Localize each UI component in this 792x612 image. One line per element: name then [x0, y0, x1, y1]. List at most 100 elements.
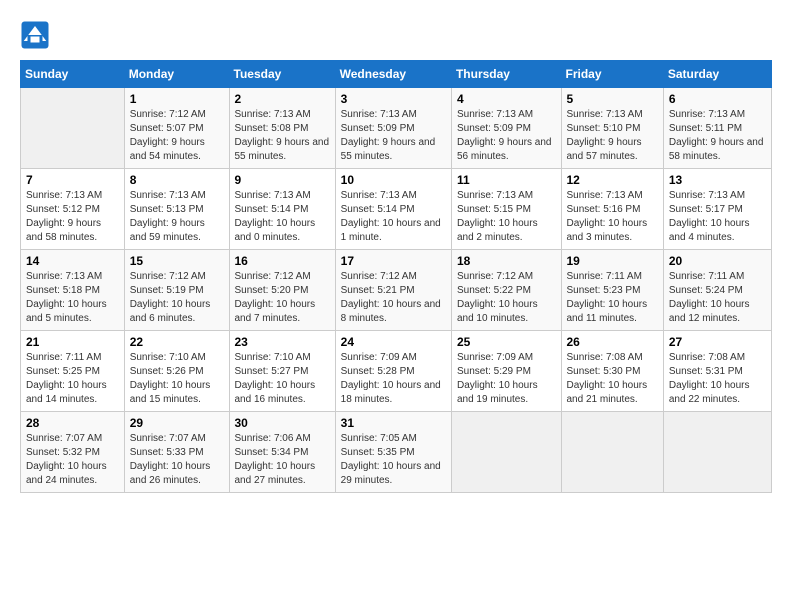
day-cell: 27Sunrise: 7:08 AMSunset: 5:31 PMDayligh… [663, 331, 771, 412]
day-number: 12 [567, 173, 658, 187]
day-number: 17 [341, 254, 446, 268]
day-info: Sunrise: 7:06 AMSunset: 5:34 PMDaylight:… [235, 432, 330, 488]
day-cell: 6 Sunrise: 7:13 AMSunset: 5:11 PMDaylight… [663, 88, 771, 169]
day-info: Sunrise: 7:11 AMSunset: 5:23 PMDaylight:… [567, 270, 658, 326]
day-cell [21, 88, 125, 169]
week-row-3: 21 Sunrise: 7:11 AMSunset: 5:25 PMDayligh… [21, 331, 772, 412]
day-info: Sunrise: 7:10 AMSunset: 5:26 PMDaylight:… [130, 351, 224, 407]
day-cell: 9Sunrise: 7:13 AMSunset: 5:14 PMDaylight… [229, 169, 335, 250]
day-number: 1 [130, 92, 224, 106]
day-info: Sunrise: 7:13 AMSunset: 5:12 PMDaylight:… [26, 189, 119, 245]
day-cell: 14Sunrise: 7:13 AMSunset: 5:18 PMDayligh… [21, 250, 125, 331]
day-cell: 28 Sunrise: 7:07 AMSunset: 5:32 PMDayligh… [21, 412, 125, 493]
calendar-table: SundayMondayTuesdayWednesdayThursdayFrid… [20, 60, 772, 493]
day-cell: 23 Sunrise: 7:10 AMSunset: 5:27 PMDayligh… [229, 331, 335, 412]
day-cell: 8 Sunrise: 7:13 AMSunset: 5:13 PMDaylight… [124, 169, 229, 250]
day-cell: 19Sunrise: 7:11 AMSunset: 5:23 PMDayligh… [561, 250, 663, 331]
day-cell: 22 Sunrise: 7:10 AMSunset: 5:26 PMDayligh… [124, 331, 229, 412]
day-cell: 20 Sunrise: 7:11 AMSunset: 5:24 PMDayligh… [663, 250, 771, 331]
header-cell-monday: Monday [124, 61, 229, 88]
day-info: Sunrise: 7:13 AMSunset: 5:13 PMDaylight:… [130, 189, 224, 245]
header-cell-tuesday: Tuesday [229, 61, 335, 88]
day-number: 6 [669, 92, 766, 106]
day-info: Sunrise: 7:13 AMSunset: 5:08 PMDaylight:… [235, 108, 330, 164]
day-cell: 11 Sunrise: 7:13 AMSunset: 5:15 PMDayligh… [451, 169, 561, 250]
day-info: Sunrise: 7:13 AMSunset: 5:10 PMDaylight:… [567, 108, 658, 164]
day-cell: 12 Sunrise: 7:13 AMSunset: 5:16 PMDayligh… [561, 169, 663, 250]
day-cell: 18Sunrise: 7:12 AMSunset: 5:22 PMDayligh… [451, 250, 561, 331]
day-number: 9 [235, 173, 330, 187]
day-cell: 31 Sunrise: 7:05 AMSunset: 5:35 PMDayligh… [335, 412, 451, 493]
day-cell: 5 Sunrise: 7:13 AMSunset: 5:10 PMDaylight… [561, 88, 663, 169]
day-cell [663, 412, 771, 493]
page-header [20, 20, 772, 50]
day-number: 7 [26, 173, 119, 187]
day-number: 31 [341, 416, 446, 430]
day-info: Sunrise: 7:12 AMSunset: 5:21 PMDaylight:… [341, 270, 446, 326]
day-info: Sunrise: 7:12 AMSunset: 5:22 PMDaylight:… [457, 270, 556, 326]
day-cell: 30 Sunrise: 7:06 AMSunset: 5:34 PMDayligh… [229, 412, 335, 493]
day-info: Sunrise: 7:13 AMSunset: 5:11 PMDaylight:… [669, 108, 766, 164]
day-number: 22 [130, 335, 224, 349]
day-cell: 2 Sunrise: 7:13 AMSunset: 5:08 PMDaylight… [229, 88, 335, 169]
day-info: Sunrise: 7:07 AMSunset: 5:32 PMDaylight:… [26, 432, 119, 488]
day-number: 3 [341, 92, 446, 106]
day-info: Sunrise: 7:13 AMSunset: 5:17 PMDaylight:… [669, 189, 766, 245]
day-info: Sunrise: 7:13 AMSunset: 5:14 PMDaylight:… [341, 189, 446, 245]
day-cell: 29 Sunrise: 7:07 AMSunset: 5:33 PMDayligh… [124, 412, 229, 493]
week-row-0: 1Sunrise: 7:12 AMSunset: 5:07 PMDaylight… [21, 88, 772, 169]
day-number: 2 [235, 92, 330, 106]
day-cell: 17 Sunrise: 7:12 AMSunset: 5:21 PMDayligh… [335, 250, 451, 331]
day-number: 8 [130, 173, 224, 187]
day-cell: 13 Sunrise: 7:13 AMSunset: 5:17 PMDayligh… [663, 169, 771, 250]
day-info: Sunrise: 7:13 AMSunset: 5:09 PMDaylight:… [457, 108, 556, 164]
day-number: 5 [567, 92, 658, 106]
header-cell-saturday: Saturday [663, 61, 771, 88]
day-cell: 10Sunrise: 7:13 AMSunset: 5:14 PMDayligh… [335, 169, 451, 250]
logo-icon [20, 20, 50, 50]
day-cell [561, 412, 663, 493]
day-cell: 15 Sunrise: 7:12 AMSunset: 5:19 PMDayligh… [124, 250, 229, 331]
day-cell: 25 Sunrise: 7:09 AMSunset: 5:29 PMDayligh… [451, 331, 561, 412]
day-info: Sunrise: 7:10 AMSunset: 5:27 PMDaylight:… [235, 351, 330, 407]
calendar-header: SundayMondayTuesdayWednesdayThursdayFrid… [21, 61, 772, 88]
day-number: 26 [567, 335, 658, 349]
week-row-1: 7 Sunrise: 7:13 AMSunset: 5:12 PMDaylight… [21, 169, 772, 250]
day-number: 11 [457, 173, 556, 187]
logo [20, 20, 54, 50]
day-info: Sunrise: 7:07 AMSunset: 5:33 PMDaylight:… [130, 432, 224, 488]
day-cell: 4 Sunrise: 7:13 AMSunset: 5:09 PMDaylight… [451, 88, 561, 169]
day-number: 13 [669, 173, 766, 187]
day-number: 28 [26, 416, 119, 430]
day-info: Sunrise: 7:12 AMSunset: 5:20 PMDaylight:… [235, 270, 330, 326]
day-cell [451, 412, 561, 493]
header-cell-sunday: Sunday [21, 61, 125, 88]
day-cell: 7 Sunrise: 7:13 AMSunset: 5:12 PMDaylight… [21, 169, 125, 250]
header-cell-thursday: Thursday [451, 61, 561, 88]
day-info: Sunrise: 7:12 AMSunset: 5:19 PMDaylight:… [130, 270, 224, 326]
day-number: 24 [341, 335, 446, 349]
day-info: Sunrise: 7:13 AMSunset: 5:16 PMDaylight:… [567, 189, 658, 245]
week-row-4: 28 Sunrise: 7:07 AMSunset: 5:32 PMDayligh… [21, 412, 772, 493]
day-info: Sunrise: 7:09 AMSunset: 5:28 PMDaylight:… [341, 351, 446, 407]
day-cell: 3Sunrise: 7:13 AMSunset: 5:09 PMDaylight… [335, 88, 451, 169]
calendar-body: 1Sunrise: 7:12 AMSunset: 5:07 PMDaylight… [21, 88, 772, 493]
day-info: Sunrise: 7:05 AMSunset: 5:35 PMDaylight:… [341, 432, 446, 488]
day-number: 29 [130, 416, 224, 430]
day-number: 4 [457, 92, 556, 106]
day-info: Sunrise: 7:11 AMSunset: 5:24 PMDaylight:… [669, 270, 766, 326]
day-number: 20 [669, 254, 766, 268]
day-info: Sunrise: 7:09 AMSunset: 5:29 PMDaylight:… [457, 351, 556, 407]
day-info: Sunrise: 7:11 AMSunset: 5:25 PMDaylight:… [26, 351, 119, 407]
day-number: 30 [235, 416, 330, 430]
day-cell: 21 Sunrise: 7:11 AMSunset: 5:25 PMDayligh… [21, 331, 125, 412]
day-number: 23 [235, 335, 330, 349]
day-number: 15 [130, 254, 224, 268]
day-info: Sunrise: 7:08 AMSunset: 5:30 PMDaylight:… [567, 351, 658, 407]
header-cell-wednesday: Wednesday [335, 61, 451, 88]
header-row: SundayMondayTuesdayWednesdayThursdayFrid… [21, 61, 772, 88]
day-number: 21 [26, 335, 119, 349]
day-info: Sunrise: 7:13 AMSunset: 5:15 PMDaylight:… [457, 189, 556, 245]
day-number: 25 [457, 335, 556, 349]
day-cell: 26 Sunrise: 7:08 AMSunset: 5:30 PMDayligh… [561, 331, 663, 412]
